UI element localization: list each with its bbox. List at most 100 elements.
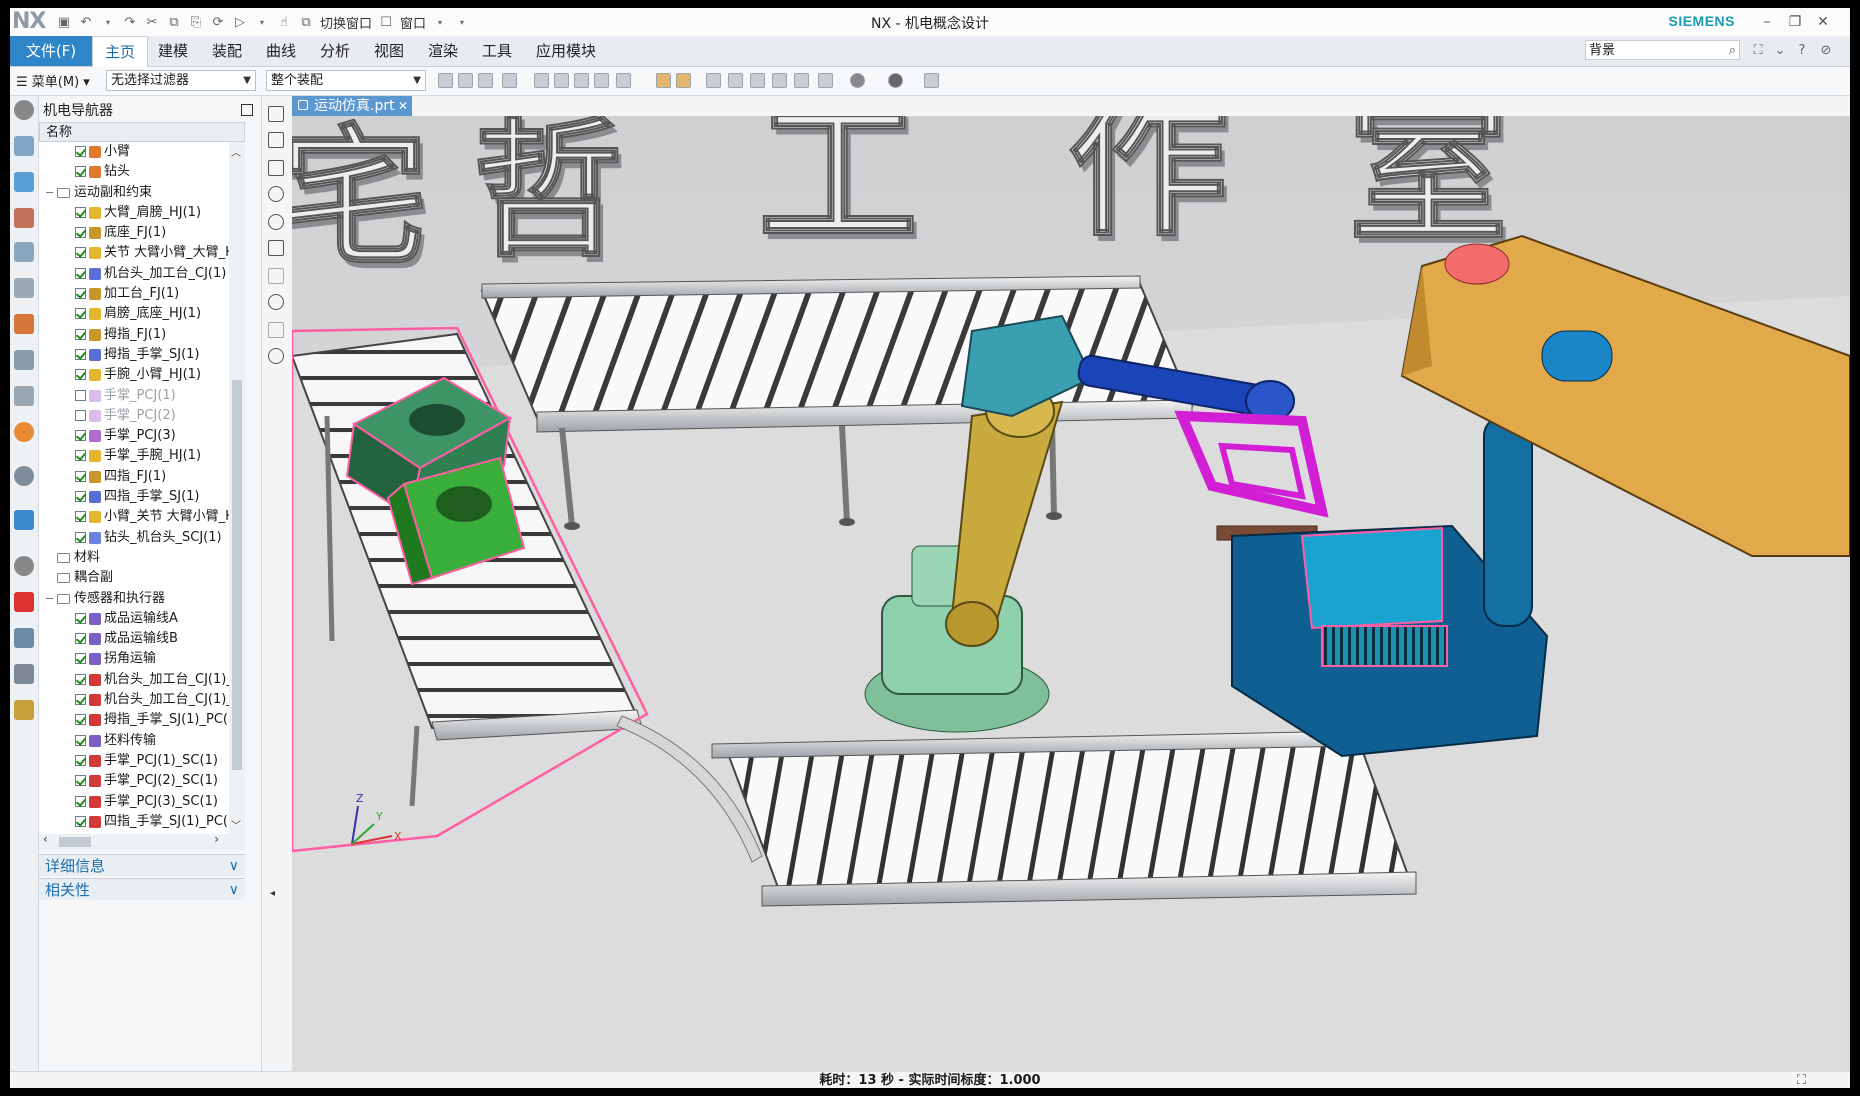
tree-item[interactable]: 拇指_FJ(1) (39, 325, 229, 345)
hd3d-icon[interactable] (14, 350, 34, 370)
pause-icon[interactable] (268, 214, 284, 230)
dropdown-icon[interactable]: ▾ (254, 14, 270, 30)
rotate-icon[interactable] (750, 73, 765, 88)
tree-item[interactable]: 成品运输线A (39, 609, 229, 629)
clock-icon[interactable] (14, 556, 34, 576)
tree-item[interactable]: 四指_FJ(1) (39, 467, 229, 487)
visibility-checkbox[interactable] (75, 754, 86, 766)
assembly-navigator-icon[interactable] (14, 136, 34, 156)
history-icon[interactable] (14, 422, 34, 442)
tab-assembly[interactable]: 装配 (200, 36, 254, 66)
tree-item[interactable]: 肩膀_底座_HJ(1) (39, 304, 229, 324)
palette-icon[interactable] (14, 592, 34, 612)
system-materials-icon[interactable] (14, 628, 34, 648)
tab-analysis[interactable]: 分析 (308, 36, 362, 66)
horizontal-scrollbar[interactable]: ‹ › (39, 832, 245, 850)
visibility-checkbox[interactable] (75, 369, 86, 381)
visibility-checkbox[interactable] (75, 389, 86, 401)
sync-icon[interactable]: ⊘ (1818, 43, 1834, 59)
tab-tools[interactable]: 工具 (470, 36, 524, 66)
file-menu-tab[interactable]: 文件(F) (10, 36, 92, 66)
role-icon[interactable] (14, 510, 34, 530)
chevron-up-icon[interactable]: ︿ (231, 144, 241, 159)
details-panel-header[interactable]: 详细信息 ∨ (39, 854, 245, 876)
tree-item[interactable]: 坯料传输 (39, 731, 229, 751)
visibility-checkbox[interactable] (75, 409, 86, 421)
visibility-checkbox[interactable] (75, 308, 86, 320)
chevron-left-icon[interactable]: ‹ (43, 832, 48, 846)
stop-icon[interactable] (268, 106, 284, 122)
tree-item[interactable]: 手掌_PCJ(1)_SC(1) (39, 751, 229, 771)
scrollbar-thumb[interactable] (59, 837, 91, 847)
vertical-scrollbar[interactable]: ︿ ﹀ (229, 142, 245, 834)
close-icon[interactable]: ✕ (1812, 12, 1834, 32)
copy-icon[interactable]: ⧉ (166, 14, 182, 30)
search-icon[interactable]: ⌕ (1729, 41, 1736, 61)
step-forward-icon[interactable] (268, 294, 284, 310)
ribbon-collapse-icon[interactable]: ⌄ (1772, 43, 1788, 59)
measure-icon[interactable] (268, 160, 284, 176)
fullscreen-icon[interactable]: ⛶ (1797, 1072, 1806, 1088)
snap-center-icon[interactable] (574, 73, 589, 88)
tree-item[interactable]: 手掌_PCJ(2) (39, 406, 229, 426)
reuse-library-icon[interactable] (14, 314, 34, 334)
cut-icon[interactable]: ✂ (144, 14, 160, 30)
chevron-down-icon[interactable]: ∨ (229, 879, 239, 901)
tree-folder[interactable]: 耦合副 (39, 568, 229, 588)
tree-item[interactable]: 机台头_加工台_CJ(1)_ (39, 690, 229, 710)
visibility-checkbox[interactable] (75, 227, 86, 239)
tab-application[interactable]: 应用模块 (524, 36, 608, 66)
physics-navigator-icon[interactable] (14, 208, 34, 228)
visibility-checkbox[interactable] (75, 612, 86, 624)
part-navigator-icon[interactable] (14, 278, 34, 298)
part-library-icon[interactable] (14, 700, 34, 720)
tab-render[interactable]: 渲染 (416, 36, 470, 66)
tab-home[interactable]: 主页 (92, 36, 149, 68)
repeat-command-icon[interactable]: ⟳ (210, 14, 226, 30)
paste-icon[interactable]: ⎘ (188, 14, 204, 30)
visibility-checkbox[interactable] (75, 491, 86, 503)
dependencies-panel-header[interactable]: 相关性 ∨ (39, 878, 245, 900)
collapse-strip-icon[interactable]: ◂ (270, 888, 275, 899)
tree-item[interactable]: 手掌_PCJ(2)_SC(1) (39, 771, 229, 791)
fit-view-icon[interactable] (706, 73, 721, 88)
runtime-inspector-icon[interactable] (14, 242, 34, 262)
visibility-checkbox[interactable] (75, 511, 86, 523)
play-icon[interactable] (268, 186, 284, 202)
visibility-checkbox[interactable] (75, 328, 86, 340)
expand-toggle-icon[interactable]: − (45, 589, 54, 609)
scrollbar-thumb[interactable] (232, 380, 242, 770)
dropdown-icon[interactable]: ▾ (432, 14, 448, 30)
visibility-checkbox[interactable] (75, 795, 86, 807)
restore-icon[interactable]: ❐ (1784, 12, 1806, 32)
show-model-icon[interactable] (656, 73, 671, 88)
scene-canvas[interactable]: 宅 宅 哲 哲 工 工 作 作 室 室 X Z Y (292, 116, 1850, 1071)
visibility-checkbox[interactable] (75, 206, 86, 218)
visibility-checkbox[interactable] (75, 348, 86, 360)
visibility-checkbox[interactable] (75, 775, 86, 787)
visibility-checkbox[interactable] (75, 430, 86, 442)
shaded-with-edges-icon[interactable] (772, 73, 787, 88)
select-face-icon[interactable] (478, 73, 493, 88)
close-icon[interactable]: ✕ (398, 96, 408, 116)
shaded-icon[interactable] (794, 73, 809, 88)
visibility-checkbox[interactable] (75, 734, 86, 746)
tree-item[interactable]: 小臂_关节 大臂小臂_H (39, 507, 229, 527)
render-style-icon[interactable] (850, 73, 865, 88)
rewind-icon[interactable] (268, 348, 284, 364)
tree-item[interactable]: 拇指_手掌_SJ(1)_PC(1 (39, 710, 229, 730)
visibility-checkbox[interactable] (75, 267, 86, 279)
undo-icon[interactable]: ↶ (78, 14, 94, 30)
select-feature-icon[interactable] (438, 73, 453, 88)
select-curve-icon[interactable] (458, 73, 473, 88)
snap-midpoint-icon[interactable] (554, 73, 569, 88)
tree-item[interactable]: 拐角运输 (39, 649, 229, 669)
mechatronics-navigator-icon[interactable] (14, 172, 34, 192)
tree-item[interactable]: 钻头_机台头_SCJ(1) (39, 528, 229, 548)
tab-view[interactable]: 视图 (362, 36, 416, 66)
tree-item[interactable]: 四指_手掌_SJ(1)_PC(1 (39, 812, 229, 832)
play-icon[interactable]: ▷ (232, 14, 248, 30)
tree-item[interactable]: 机台头_加工台_CJ(1)_ (39, 670, 229, 690)
web-browser-icon[interactable] (14, 386, 34, 406)
chevron-down-icon[interactable]: ﹀ (231, 817, 241, 832)
